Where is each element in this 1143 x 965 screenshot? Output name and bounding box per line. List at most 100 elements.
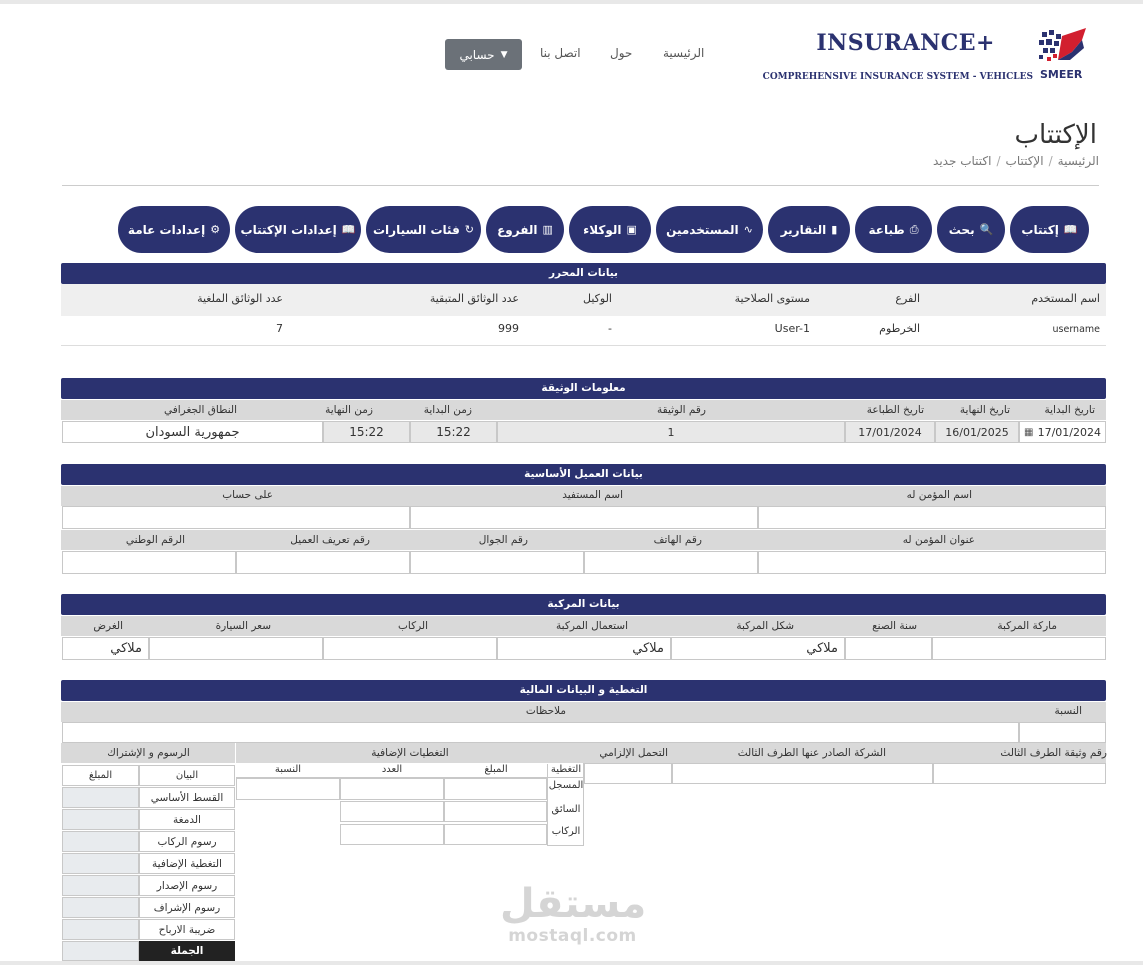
geo-scope-select[interactable]: جمهورية السودان — [62, 421, 323, 443]
national-id-input[interactable] — [62, 551, 236, 574]
page-title: الإكتتاب — [1014, 120, 1097, 150]
print-date-input[interactable]: 17/01/2024 — [845, 421, 935, 443]
client-label-phone: رقم الهاتف — [653, 534, 702, 546]
client-section-header: بيانات العميل الأساسية — [61, 464, 1106, 485]
breadcrumb-underwriting[interactable]: الإكتتاب — [1006, 154, 1044, 168]
breadcrumb: الرئيسية/الإكتتاب/اكتتاب جديد — [933, 154, 1099, 168]
fees-title: الرسوم و الإشتراك — [107, 747, 190, 759]
watermark-arabic: مستقل — [500, 881, 647, 927]
additional-row-driver: السائق — [551, 804, 581, 815]
fee-amount-basic-premium[interactable] — [62, 787, 139, 808]
coverage-section-header: التغطية و البيانات المالية — [61, 680, 1106, 701]
passengers-amount-input[interactable] — [444, 824, 547, 845]
fee-amount-stamp[interactable] — [62, 809, 139, 830]
account-dropdown-button[interactable]: حسابي ▼ — [445, 39, 522, 70]
bottom-border — [0, 961, 1143, 965]
driver-count-input[interactable] — [340, 801, 444, 822]
vehicle-label-purpose: الغرض — [93, 620, 123, 632]
watermark-english: mostaql.com — [508, 926, 637, 946]
driver-amount-input[interactable] — [444, 801, 547, 822]
client-label-national-id: الرقم الوطني — [125, 534, 185, 546]
editor-value-cancelled: 7 — [276, 322, 283, 335]
beneficiary-input[interactable] — [410, 506, 758, 529]
svg-text:SMEER: SMEER — [1040, 68, 1083, 81]
nav-home[interactable]: الرئيسية — [663, 46, 704, 60]
fee-amount-issuance[interactable] — [62, 875, 139, 896]
toolbar-search-button[interactable]: 🔍 بحث — [937, 206, 1005, 253]
client-label-insured-name: اسم المؤمن له — [906, 489, 972, 501]
editor-header-level: مستوى الصلاحية — [734, 292, 810, 305]
fee-amount-supervision[interactable] — [62, 897, 139, 918]
notes-input[interactable] — [62, 722, 1019, 743]
vehicle-brand-select[interactable] — [932, 637, 1106, 660]
vehicle-label-brand: ماركة المركبة — [997, 620, 1057, 632]
toolbar-underwriting-button[interactable]: 📖 إكتتاب — [1010, 206, 1089, 253]
toolbar-underwriting-settings-button[interactable]: 📖 إعدادات الإكتتاب — [235, 206, 361, 253]
editor-header-agent: الوكيل — [583, 292, 612, 305]
editor-header-remaining: عدد الوثائق المتبقية — [429, 292, 519, 305]
coverage-label-third-party-company: الشركة الصادر عنها الطرف الثالث — [737, 747, 886, 759]
additional-col-count: العدد — [381, 764, 403, 775]
registered-amount-input[interactable] — [444, 778, 547, 800]
vehicle-label-passengers: الركاب — [398, 620, 428, 632]
additional-col-ratio: النسبة — [274, 764, 302, 775]
toolbar-users-button[interactable]: ∿ المستخدمين — [656, 206, 763, 253]
insured-name-input[interactable] — [758, 506, 1106, 529]
editor-value-branch: الخرطوم — [879, 322, 920, 335]
start-time-input[interactable]: 15:22 — [410, 421, 497, 443]
nav-about[interactable]: حول — [610, 46, 632, 60]
policy-label-print-date: تاريخ الطباعة — [866, 404, 924, 416]
smeer-logo: SMEER — [1039, 28, 1086, 81]
fee-amount-passengers[interactable] — [62, 831, 139, 852]
start-date-input[interactable]: 17/01/2024 ▦ — [1019, 421, 1106, 443]
fee-amount-total[interactable] — [62, 941, 139, 961]
client-id-input[interactable] — [236, 551, 410, 574]
on-account-input[interactable] — [62, 506, 410, 529]
end-time-input[interactable]: 15:22 — [323, 421, 410, 443]
coverage-label-third-party-number: رقم وثيقة الطرف الثالث — [1000, 747, 1107, 759]
nav-contact[interactable]: اتصل بنا — [540, 46, 581, 60]
toolbar-car-categories-button[interactable]: ↻ فئات السيارات — [366, 206, 481, 253]
coverage-header-row-1 — [61, 702, 1106, 722]
vehicle-label-usage: استعمال المركبة — [556, 620, 628, 632]
ratio-input[interactable] — [1019, 722, 1106, 743]
vehicle-purpose-select[interactable]: ملاكي — [62, 637, 149, 660]
additional-col-coverage: التغطية — [550, 764, 582, 775]
id-card-icon: ▣ — [626, 223, 637, 236]
bar-chart-icon: ▮ — [831, 223, 838, 236]
mandatory-deductible-input[interactable] — [584, 763, 672, 784]
policy-number-input[interactable]: 1 — [497, 421, 845, 443]
registered-ratio-input[interactable] — [236, 778, 340, 800]
chevron-down-icon: ▼ — [500, 49, 508, 60]
editor-value-remaining: 999 — [498, 322, 519, 335]
mobile-input[interactable] — [410, 551, 584, 574]
vehicle-usage-select[interactable]: ملاكي — [497, 637, 671, 660]
vehicle-label-year: سنة الصنع — [872, 620, 917, 632]
top-border — [0, 0, 1143, 4]
toolbar-branches-button[interactable]: ▥ الفروع — [486, 206, 564, 253]
toolbar-general-settings-button[interactable]: ⚙ إعدادات عامة — [118, 206, 230, 253]
fees-col-amount: المبلغ — [62, 765, 139, 786]
phone-input[interactable] — [584, 551, 758, 574]
third-party-company-input[interactable] — [672, 763, 933, 784]
fee-amount-profit-tax[interactable] — [62, 919, 139, 940]
calendar-icon: ▦ — [1024, 426, 1034, 438]
toolbar-agents-button[interactable]: ▣ الوكلاء — [569, 206, 651, 253]
vehicle-label-shape: شكل المركبة — [736, 620, 794, 632]
registered-count-input[interactable] — [340, 778, 444, 800]
breadcrumb-home[interactable]: الرئيسية — [1058, 154, 1099, 168]
vehicle-shape-select[interactable]: ملاكي — [671, 637, 845, 660]
end-date-input[interactable]: 16/01/2025 — [935, 421, 1019, 443]
vehicle-passengers-input[interactable] — [323, 637, 497, 660]
vehicle-year-input[interactable] — [845, 637, 932, 660]
vehicle-price-input[interactable] — [149, 637, 323, 660]
toolbar-reports-button[interactable]: ▮ التقارير — [768, 206, 850, 253]
passengers-count-input[interactable] — [340, 824, 444, 845]
coverage-header-divider — [235, 743, 236, 763]
address-input[interactable] — [758, 551, 1106, 574]
fee-amount-additional-coverage[interactable] — [62, 853, 139, 874]
client-label-on-account: على حساب — [222, 489, 273, 501]
third-party-number-input[interactable] — [933, 763, 1106, 784]
toolbar-print-button[interactable]: ⎙ طباعة — [855, 206, 932, 253]
coverage-label-notes: ملاحظات — [525, 705, 566, 717]
